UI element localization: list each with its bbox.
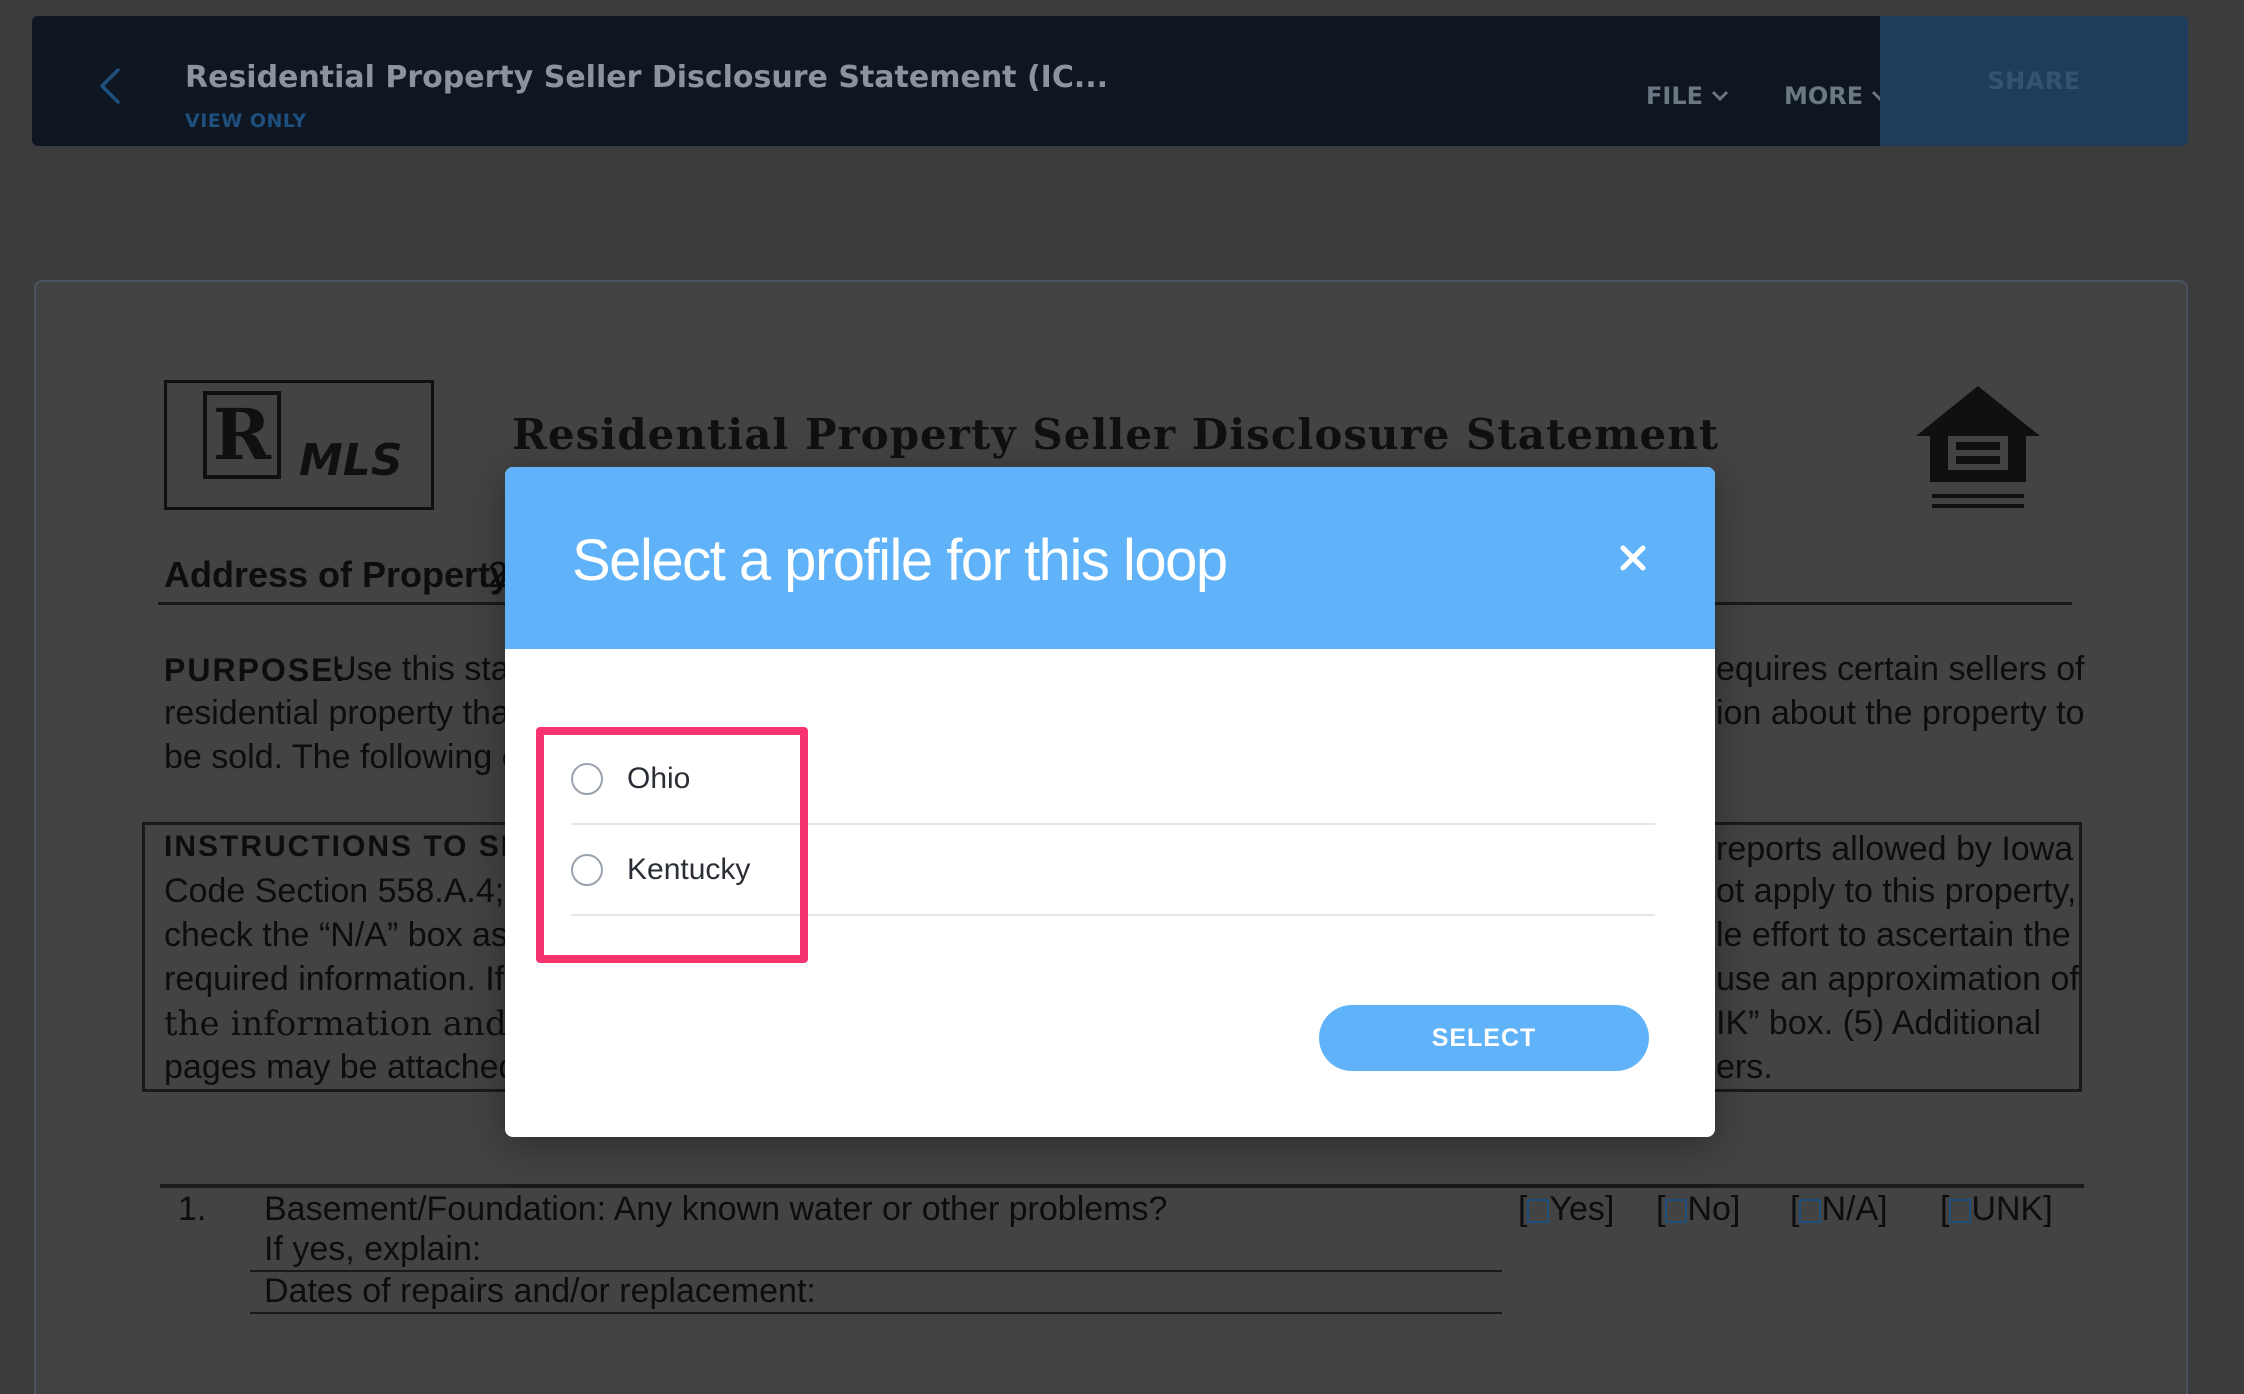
radio-button[interactable] [571, 854, 603, 886]
purpose-line: residential property that [164, 694, 520, 732]
checkbox-no-label: No [1687, 1190, 1731, 1228]
mls-logo-text: MLS [299, 435, 403, 486]
instructions-line-right: ers. [1716, 1048, 1773, 1086]
instructions-line: pages may be attached t [164, 1048, 537, 1086]
checkbox-na-label: N/A [1821, 1190, 1879, 1228]
instructions-line-right: IK” box. (5) Additional [1716, 1004, 2042, 1042]
top-toolbar: Residential Property Seller Disclosure S… [32, 16, 2188, 146]
document-title: Residential Property Seller Disclosure S… [185, 60, 1109, 95]
back-button[interactable] [90, 66, 130, 106]
instructions-line-right: use an approximation of [1716, 960, 2079, 998]
instructions-line: check the “N/A” box as [164, 916, 508, 954]
question-text: Basement/Foundation: Any known water or … [264, 1190, 1168, 1228]
instructions-label: Instructions to Sell [164, 830, 564, 863]
answer-line [250, 1312, 1502, 1314]
question-repairs: Dates of repairs and/or replacement: [264, 1272, 816, 1310]
radio-button[interactable] [571, 763, 603, 795]
equal-housing-icon [1916, 386, 2040, 508]
instructions-line: required information. If [164, 960, 505, 998]
profile-option-label: Ohio [627, 762, 691, 795]
chevron-down-icon [1711, 90, 1729, 102]
close-button[interactable] [1610, 535, 1656, 581]
chevron-left-icon [100, 68, 120, 104]
document-heading: Residential Property Seller Disclosure S… [512, 410, 1720, 459]
purpose-line: be sold. The following c [164, 738, 519, 776]
divider [160, 1184, 2084, 1188]
modal-title: Select a profile for this loop [572, 528, 1228, 593]
file-menu[interactable]: FILE [1646, 82, 1729, 110]
purpose-line-right: equires certain sellers of [1716, 650, 2085, 688]
file-menu-label: FILE [1646, 82, 1704, 110]
realtor-r-mark: R [203, 391, 281, 479]
modal-header: Select a profile for this loop [505, 467, 1715, 649]
checkbox-yes[interactable]: [Yes] [1518, 1190, 1614, 1229]
checkbox-unk[interactable]: [UNK] [1940, 1190, 2053, 1229]
close-icon [1620, 545, 1646, 571]
share-button[interactable]: SHARE [1880, 16, 2188, 146]
profile-option-ohio[interactable]: Ohio [571, 735, 1655, 825]
question-explain: If yes, explain: [264, 1230, 482, 1268]
select-button[interactable]: SELECT [1319, 1005, 1649, 1071]
purpose-label: Purpose: [164, 652, 348, 688]
address-label: Address of Property: [164, 554, 523, 595]
instructions-line-right: reports allowed by Iowa [1716, 830, 2074, 868]
purpose-line: Use this stat [332, 650, 520, 688]
instructions-line-right: le effort to ascertain the [1716, 916, 2071, 954]
checkbox-yes-label: Yes [1549, 1190, 1605, 1228]
checkbox-na[interactable]: [N/A] [1790, 1190, 1888, 1229]
profile-option-label: Kentucky [627, 853, 751, 886]
view-only-label: VIEW ONLY [185, 110, 307, 132]
checkbox-no[interactable]: [No] [1656, 1190, 1740, 1229]
instructions-line-right: ot apply to this property, [1716, 872, 2077, 910]
more-menu-label: MORE [1784, 82, 1864, 110]
realtor-mls-logo: R MLS [164, 380, 434, 510]
profile-option-kentucky[interactable]: Kentucky [571, 826, 1655, 916]
more-menu[interactable]: MORE [1784, 82, 1889, 110]
question-number: 1. [178, 1190, 207, 1228]
purpose-line-right: ion about the property to [1716, 694, 2085, 732]
checkbox-unk-label: UNK [1971, 1190, 2044, 1228]
instructions-line: Code Section 558.A.4; ( [164, 872, 526, 910]
